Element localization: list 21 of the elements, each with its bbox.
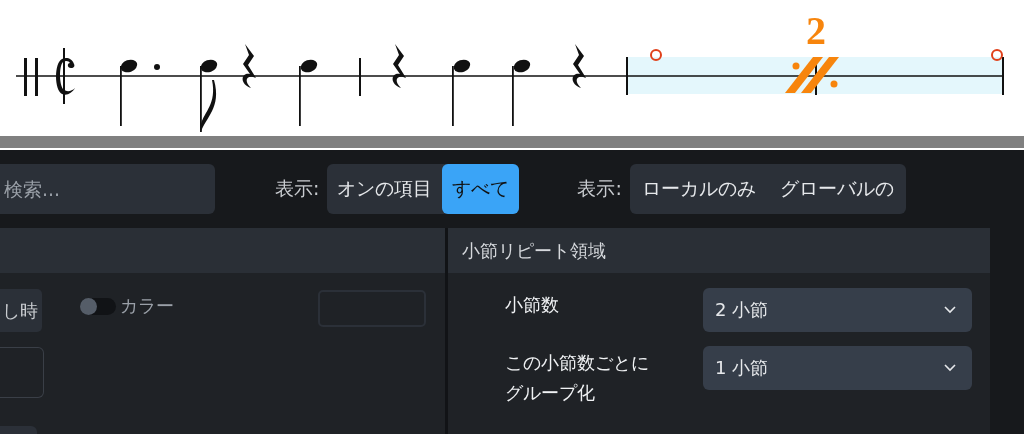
filter-label: 表示: — [577, 176, 622, 201]
search-field[interactable]: 検索... — [0, 164, 215, 214]
property-label: この小節数ごとにグループ化 — [505, 351, 650, 405]
chevron-icon — [944, 306, 956, 314]
filter-option[interactable]: すべて — [442, 164, 520, 214]
filter-option[interactable]: オンの項目 — [327, 164, 443, 214]
repeat-count: 2 — [806, 8, 826, 53]
dropdown[interactable]: 2 小節 — [703, 288, 972, 332]
toggle-label: カラー — [120, 294, 174, 318]
property-label: 小節数 — [505, 293, 560, 317]
filter-option[interactable]: ローカルのみ — [629, 164, 768, 214]
chevron-icon — [944, 364, 956, 372]
dropdown[interactable]: 1 小節 — [703, 346, 972, 390]
input-field[interactable] — [0, 347, 44, 398]
toggle-switch[interactable] — [80, 298, 116, 315]
panel-splitter[interactable] — [0, 136, 1024, 148]
repeat-region-drawing[interactable] — [626, 49, 1005, 95]
option-button[interactable]: し時 — [0, 289, 42, 332]
panel-title: 小節リピート領域 — [448, 228, 990, 273]
filter-option[interactable]: グローバルの — [767, 164, 906, 214]
filter-label: 表示: — [275, 176, 320, 201]
